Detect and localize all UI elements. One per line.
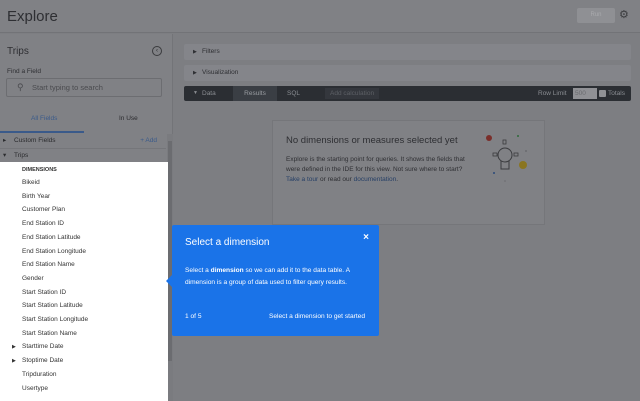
totals-label: Totals xyxy=(608,90,625,97)
empty-state: No dimensions or measures selected yet E… xyxy=(272,120,545,225)
field-item[interactable]: Customer Plan xyxy=(22,206,65,213)
dimensions-list: DIMENSIONS Bikeid Birth Year Customer Plan… xyxy=(0,162,168,401)
field-label: Bikeid xyxy=(22,179,40,186)
caret-right-icon: ▶ xyxy=(193,49,197,55)
field-label: Start Station Name xyxy=(22,329,77,337)
field-item[interactable]: Gender xyxy=(22,275,44,282)
field-label: End Station Latitude xyxy=(22,233,81,241)
lightbulb-icon xyxy=(486,135,527,182)
field-item[interactable]: Bikeid xyxy=(22,179,40,186)
field-label: Stoptime Date xyxy=(22,357,64,365)
gear-icon[interactable]: ⚙ xyxy=(619,8,629,21)
add-custom-field-button[interactable]: + Add xyxy=(140,133,157,148)
filters-section[interactable]: ▶ Filters xyxy=(184,44,631,60)
data-bar: ▼ Data Results SQL Add calculation Row L… xyxy=(184,86,631,101)
field-item[interactable]: Start Station ID xyxy=(22,289,66,296)
empty-description: Explore is the starting point for querie… xyxy=(286,155,471,185)
caret-right-icon: ▶ xyxy=(193,70,197,76)
documentation-link[interactable]: documentation xyxy=(354,176,397,183)
search-input[interactable]: ⚲ Start typing to search xyxy=(6,78,162,97)
caret-right-icon: ▶ xyxy=(12,358,16,365)
field-item[interactable]: Start Station Latitude xyxy=(22,302,83,309)
visualization-label: Visualization xyxy=(202,69,239,76)
tooltip-action[interactable]: Select a dimension to get started xyxy=(269,313,365,320)
custom-fields-group[interactable]: ▸ Custom Fields + Add xyxy=(0,133,166,149)
field-item[interactable]: End Station Longitude xyxy=(22,248,86,255)
totals-checkbox[interactable] xyxy=(599,90,606,97)
field-label: Usertype xyxy=(22,384,49,392)
field-item[interactable]: Birth Year xyxy=(22,193,50,200)
custom-fields-label: Custom Fields xyxy=(14,137,56,144)
row-limit-input[interactable]: 500 xyxy=(573,88,597,99)
close-icon[interactable]: × xyxy=(363,232,369,243)
empty-title: No dimensions or measures selected yet xyxy=(286,135,458,146)
field-label: Starttime Date xyxy=(22,343,64,351)
take-tour-link[interactable]: Take a tour xyxy=(286,176,318,183)
empty-desc-end: . xyxy=(396,176,399,183)
field-label: Start Station Latitude xyxy=(22,302,83,310)
field-label: End Station ID xyxy=(22,220,64,228)
search-placeholder: Start typing to search xyxy=(32,83,103,92)
collapse-icon[interactable]: ‹ xyxy=(152,46,162,56)
data-toggle[interactable]: Data xyxy=(202,86,216,101)
caret-down-icon: ▼ xyxy=(193,90,198,96)
explore-name: Trips xyxy=(7,46,29,57)
caret-right-icon: ▸ xyxy=(3,137,7,144)
field-label: End Station Longitude xyxy=(22,247,86,255)
tab-in-use[interactable]: In Use xyxy=(119,115,138,122)
tooltip-body-bold: dimension xyxy=(210,267,244,274)
field-label: Customer Plan xyxy=(22,206,65,214)
caret-down-icon: ▾ xyxy=(3,152,7,159)
run-button[interactable]: Run xyxy=(577,8,615,23)
field-item[interactable]: ▶ Stoptime Date xyxy=(12,357,64,365)
trips-group[interactable]: ▾ Trips xyxy=(0,150,166,162)
field-item[interactable]: ▶ Starttime Date xyxy=(12,343,64,351)
field-item[interactable]: End Station Latitude xyxy=(22,234,81,241)
search-icon: ⚲ xyxy=(17,82,24,92)
tab-sql[interactable]: SQL xyxy=(287,86,300,101)
field-item[interactable]: End Station ID xyxy=(22,220,64,227)
empty-desc-mid: or read our xyxy=(318,176,354,183)
dimensions-header: DIMENSIONS xyxy=(22,167,57,173)
page-title: Explore xyxy=(7,8,58,25)
field-label: Start Station Longitude xyxy=(22,316,89,323)
field-item[interactable]: Start Station Longitude xyxy=(22,316,88,323)
tooltip-title: Select a dimension xyxy=(185,237,270,248)
trips-label: Trips xyxy=(14,152,29,159)
field-item[interactable]: Usertype xyxy=(22,385,48,392)
tab-results[interactable]: Results xyxy=(233,86,277,101)
field-item[interactable]: End Station Name xyxy=(22,261,75,268)
caret-right-icon: ▶ xyxy=(12,344,16,351)
visualization-section[interactable]: ▶ Visualization xyxy=(184,65,631,81)
field-label: Start Station ID xyxy=(22,288,67,296)
find-field-label: Find a Field xyxy=(7,68,41,75)
tooltip-body: Select a dimension so we can add it to t… xyxy=(185,265,370,289)
field-label: Tripduration xyxy=(22,370,57,378)
tab-all-fields[interactable]: All Fields xyxy=(31,115,57,122)
field-label: Gender xyxy=(22,274,44,282)
row-limit-label: Row Limit xyxy=(538,90,567,97)
field-label: End Station Name xyxy=(22,261,75,269)
tooltip-progress: 1 of 5 xyxy=(185,313,202,320)
header: Explore Run ⚙ xyxy=(0,0,640,33)
field-item[interactable]: Tripduration xyxy=(22,371,56,378)
field-item[interactable]: Start Station Name xyxy=(22,330,77,337)
tooltip-body-pre: Select a xyxy=(185,267,211,274)
filters-label: Filters xyxy=(202,48,220,55)
empty-desc-text: Explore is the starting point for querie… xyxy=(286,156,465,173)
field-label: Birth Year xyxy=(22,192,51,200)
add-calculation-button[interactable]: Add calculation xyxy=(325,88,380,99)
onboarding-tooltip: Select a dimension × Select a dimension … xyxy=(166,225,379,336)
